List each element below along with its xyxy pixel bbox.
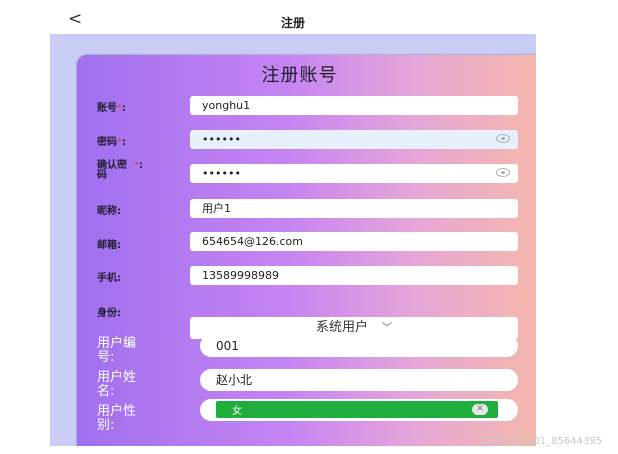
password-input[interactable]: ••••••: [190, 130, 518, 149]
confirm-password-input[interactable]: ••••••: [190, 164, 518, 183]
user-gender-label: 用户性 别:: [97, 404, 137, 433]
page-title: 注册: [280, 16, 305, 30]
watermark: CSDN @2401_85644395: [478, 436, 602, 447]
eye-icon[interactable]: [496, 168, 510, 177]
top-navigation-bar: < 注册: [50, 9, 536, 34]
account-label: 账号*:: [97, 103, 126, 114]
card-title: 注册账号: [261, 65, 338, 86]
password-label: 密码*:: [97, 137, 126, 148]
nickname-input[interactable]: 用户1: [190, 199, 518, 218]
user-number-input[interactable]: 001: [200, 335, 518, 357]
role-label: 身份:: [97, 308, 121, 319]
user-number-label: 用户编 号:: [97, 336, 137, 365]
content-area: 注册账号 账号*: yonghu1 密码*: •••••• 确认密 *: 码 ••…: [50, 34, 536, 446]
email-input[interactable]: 654654@126.com: [190, 232, 518, 251]
password-value: ••••••: [202, 133, 241, 146]
email-label: 邮箱:: [97, 240, 121, 251]
user-name-input[interactable]: 赵小北: [200, 369, 518, 391]
confirm-password-value: ••••••: [202, 167, 241, 180]
nickname-label: 昵称:: [97, 206, 121, 217]
gender-tag-text: 女: [232, 406, 242, 417]
clear-icon[interactable]: ✕: [472, 404, 488, 415]
phone-input[interactable]: 13589998989: [190, 266, 518, 285]
chevron-down-icon: ﹀: [382, 323, 392, 334]
role-select-value: 系统用户: [315, 320, 368, 335]
account-input[interactable]: yonghu1: [190, 96, 518, 115]
eye-icon[interactable]: [496, 134, 510, 143]
confirm-password-label: 确认密 *: 码: [97, 160, 143, 181]
phone-label: 手机:: [97, 273, 121, 284]
user-name-label: 用户姓 名:: [97, 370, 137, 399]
register-card: 注册账号 账号*: yonghu1 密码*: •••••• 确认密 *: 码 ••…: [77, 55, 536, 446]
gender-selected-tag: 女 ✕: [216, 401, 498, 418]
